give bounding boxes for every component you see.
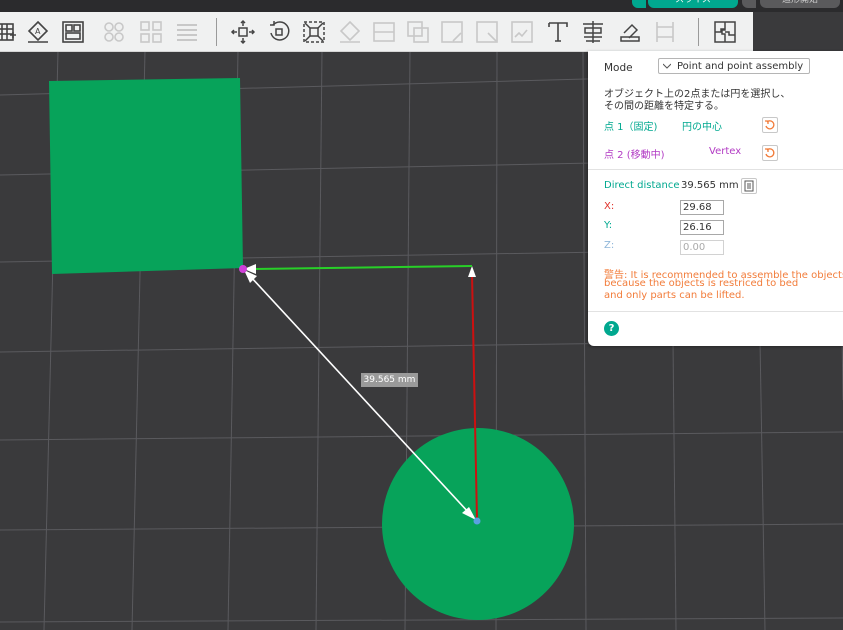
slice-dropdown-button[interactable]	[632, 0, 646, 8]
export-dropdown-button[interactable]	[742, 0, 756, 8]
y-input[interactable]: 26.16	[680, 220, 724, 235]
divider	[588, 311, 843, 312]
z-label: Z:	[604, 240, 615, 251]
toolbar-separator	[698, 18, 699, 46]
top-bar: スライス 造形開始	[0, 0, 843, 12]
divider	[588, 169, 843, 170]
y-arrow-head	[468, 266, 476, 277]
assembly-icon[interactable]	[617, 19, 643, 45]
point2-label: 点 2 (移動中)	[604, 150, 665, 161]
copy-distance-button[interactable]	[741, 178, 757, 194]
x-distance-line	[251, 265, 473, 270]
description-text: その間の距離を特定する。	[604, 101, 724, 112]
layers-icon[interactable]	[174, 19, 200, 45]
mode-select-value: Point and point assembly	[677, 61, 804, 72]
z-input: 0.00	[680, 240, 724, 255]
copy-icon	[744, 180, 754, 192]
main-toolbar: A	[0, 12, 753, 52]
fuzzy-skin-icon[interactable]	[509, 19, 535, 45]
move-icon[interactable]	[230, 19, 256, 45]
point1-center-marker[interactable]	[473, 517, 481, 525]
mode-select[interactable]: Point and point assembly	[658, 58, 810, 74]
mode-label: Mode	[604, 62, 633, 74]
orient-icon[interactable]: A	[25, 19, 51, 45]
measure-icon[interactable]	[580, 19, 606, 45]
cube-object[interactable]	[49, 78, 243, 274]
start-print-button[interactable]: 造形開始	[760, 0, 840, 8]
point1-label: 点 1（固定)	[604, 122, 658, 133]
point2-reset-button[interactable]	[762, 145, 778, 161]
point2-value: Vertex	[709, 146, 742, 157]
warning-text: because the objects is restriced to bed	[604, 278, 799, 289]
point1-value: 円の中心	[682, 122, 722, 133]
seam-paint-icon[interactable]	[474, 19, 500, 45]
assemble-view-icon[interactable]	[652, 19, 678, 45]
split-parts-icon[interactable]	[138, 19, 164, 45]
rotate-icon[interactable]	[266, 19, 292, 45]
assembly-puzzle-icon[interactable]	[712, 19, 738, 45]
reset-icon	[765, 120, 775, 130]
direct-distance-label: Direct distance	[604, 180, 680, 191]
scale-icon[interactable]	[301, 19, 327, 45]
measure-panel: Mode Point and point assembly オブジェクト上の2点…	[588, 51, 843, 346]
y-label: Y:	[604, 220, 613, 231]
split-objects-icon[interactable]	[101, 19, 127, 45]
direct-distance-value: 39.565 mm	[681, 180, 739, 191]
cut-icon[interactable]	[371, 19, 397, 45]
point1-reset-button[interactable]	[762, 117, 778, 133]
grid-icon[interactable]	[0, 19, 20, 45]
svg-text:A: A	[35, 27, 41, 36]
chevron-down-icon	[663, 63, 671, 69]
text-icon[interactable]	[545, 19, 571, 45]
x-label: X:	[604, 201, 615, 212]
direct-distance-line	[249, 275, 471, 515]
slice-button[interactable]: スライス	[648, 0, 738, 8]
reset-icon	[765, 148, 775, 158]
toolbar-separator	[216, 18, 217, 46]
distance-readout-label: 39.565 mm	[361, 373, 418, 387]
support-paint-icon[interactable]	[439, 19, 465, 45]
point2-vertex-marker[interactable]	[239, 265, 247, 273]
lay-on-face-icon[interactable]	[337, 19, 363, 45]
boolean-icon[interactable]	[405, 19, 431, 45]
help-button[interactable]: ?	[604, 321, 619, 336]
warning-text: and only parts can be lifted.	[604, 290, 745, 301]
arrange-icon[interactable]	[60, 19, 86, 45]
x-input[interactable]: 29.68	[680, 200, 724, 215]
